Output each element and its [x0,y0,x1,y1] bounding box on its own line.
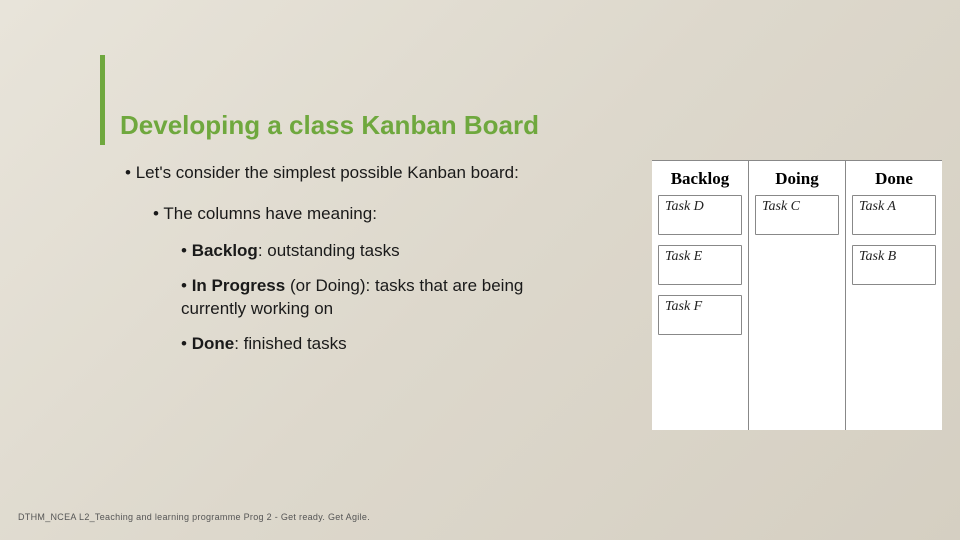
task-card: Task A [852,195,936,235]
term-done: Done [192,334,235,353]
column-header: Doing [755,165,839,195]
slide-title: Developing a class Kanban Board [120,110,539,141]
footer-text: DTHM_NCEA L2_Teaching and learning progr… [18,512,370,522]
kanban-column-backlog: Backlog Task D Task E Task F [652,161,749,430]
task-card: Task D [658,195,742,235]
bullet-level3: Backlog: outstanding tasks [181,240,555,263]
desc-done: : finished tasks [234,334,346,353]
task-card: Task E [658,245,742,285]
term-inprogress: In Progress [192,276,286,295]
kanban-column-done: Done Task A Task B [846,161,942,430]
task-card: Task C [755,195,839,235]
slide-body: Let's consider the simplest possible Kan… [125,162,555,368]
bullet-level1: Let's consider the simplest possible Kan… [125,162,555,185]
column-header: Backlog [658,165,742,195]
bullet-level3: In Progress (or Doing): tasks that are b… [181,275,555,321]
bullet-level2: The columns have meaning: [153,203,555,226]
task-card: Task F [658,295,742,335]
column-header: Done [852,165,936,195]
task-card: Task B [852,245,936,285]
kanban-diagram: Backlog Task D Task E Task F Doing Task … [652,160,942,430]
bullet-level3: Done: finished tasks [181,333,555,356]
desc-backlog: : outstanding tasks [258,241,400,260]
kanban-column-doing: Doing Task C [749,161,846,430]
accent-bar [100,55,105,145]
term-backlog: Backlog [192,241,258,260]
